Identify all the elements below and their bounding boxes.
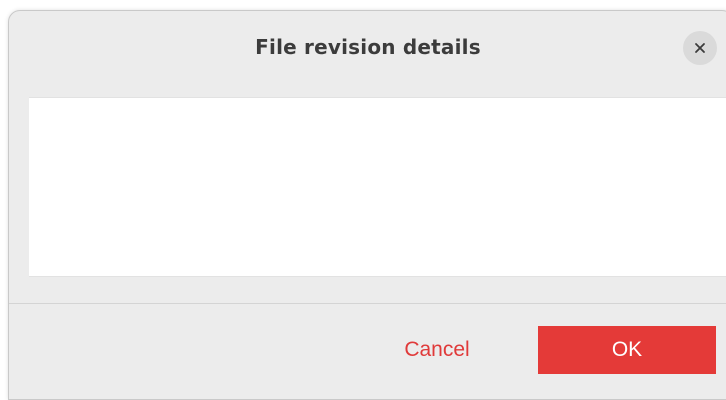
dialog-title: File revision details bbox=[255, 35, 481, 59]
footer-divider bbox=[9, 303, 726, 304]
file-revision-details-dialog: File revision details Cancel OK bbox=[8, 10, 726, 400]
dialog-titlebar: File revision details bbox=[9, 11, 726, 87]
close-button[interactable] bbox=[683, 31, 717, 65]
revision-details-content bbox=[29, 97, 726, 277]
ok-button[interactable]: OK bbox=[538, 326, 716, 374]
cancel-button[interactable]: Cancel bbox=[381, 326, 493, 374]
close-icon bbox=[694, 42, 706, 54]
